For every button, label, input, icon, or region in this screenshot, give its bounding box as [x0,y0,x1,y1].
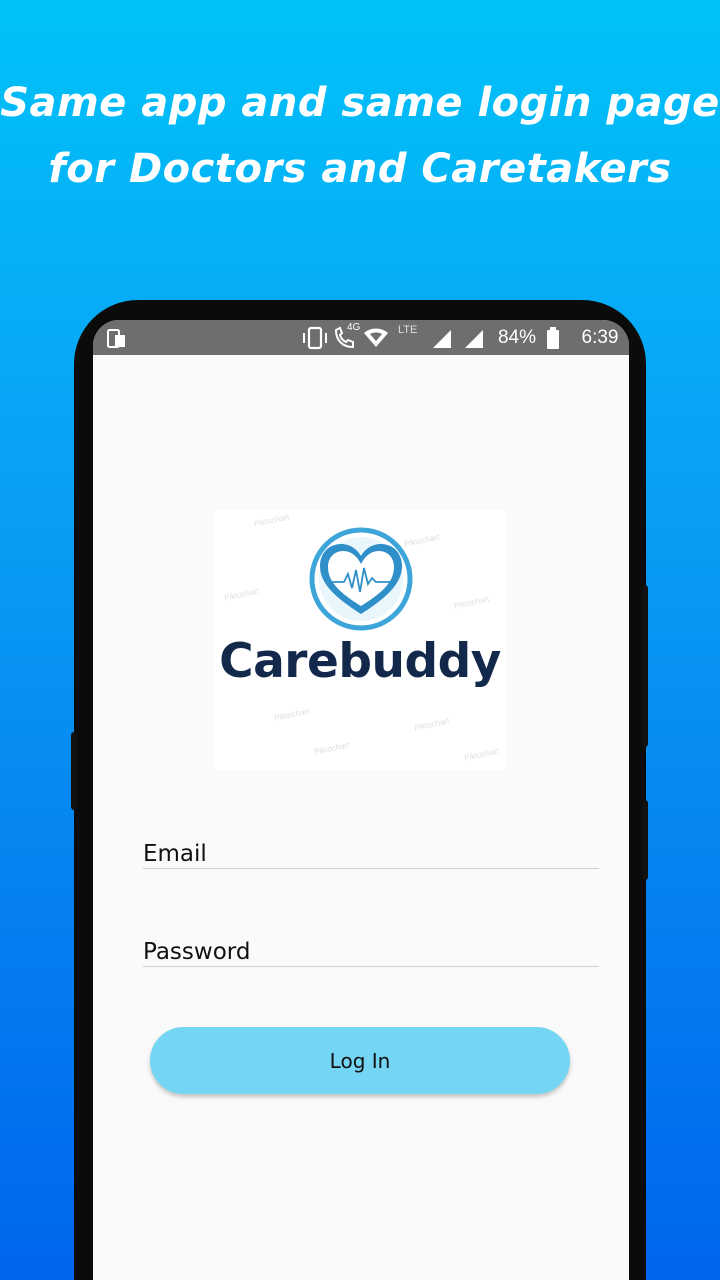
phone-volume-down-button [642,800,648,880]
login-button[interactable]: Log In [150,1027,570,1094]
battery-percent: 84% [497,326,537,348]
status-bar: 4G LTE 84% 6:39 [93,320,629,355]
network-type-label: 4G [347,322,361,333]
logo-watermark: Piktochart [273,706,311,723]
carebuddy-logo: Piktochart Piktochart Piktochart Piktoch… [214,510,506,770]
headline-line-1: Same app and same login page [0,80,720,126]
app-screen: 4G LTE 84% 6:39 Piktochart Piktochart Pi… [93,320,629,1280]
heart-pulse-icon [309,527,413,631]
logo-watermark: Piktochart [223,586,261,603]
promo-headline: Same app and same login page for Doctors… [0,70,720,202]
email-placeholder: Email [143,841,207,867]
brand-name: Carebuddy [219,634,501,689]
phone-volume-up-button [642,585,648,747]
headline-line-2: for Doctors and Caretakers [48,146,672,192]
phone-power-button [71,732,77,810]
screenshot-icon [103,320,131,355]
clock: 6:39 [581,326,619,348]
logo-watermark: Piktochart [253,512,291,529]
email-field[interactable]: Email [143,840,599,869]
logo-watermark: Piktochart [313,740,351,757]
logo-watermark: Piktochart [453,594,491,611]
logo-watermark: Piktochart [413,716,451,733]
password-field[interactable]: Password [143,938,599,967]
battery-icon [543,320,563,355]
wifi-icon [361,320,391,355]
vibrate-icon [301,320,329,355]
signal-icon [461,320,487,355]
password-placeholder: Password [143,939,251,965]
call-4g-icon: 4G [331,320,361,355]
logo-watermark: Piktochart [463,746,501,763]
lte-label: LTE [398,324,418,336]
signal-icon [429,320,455,355]
